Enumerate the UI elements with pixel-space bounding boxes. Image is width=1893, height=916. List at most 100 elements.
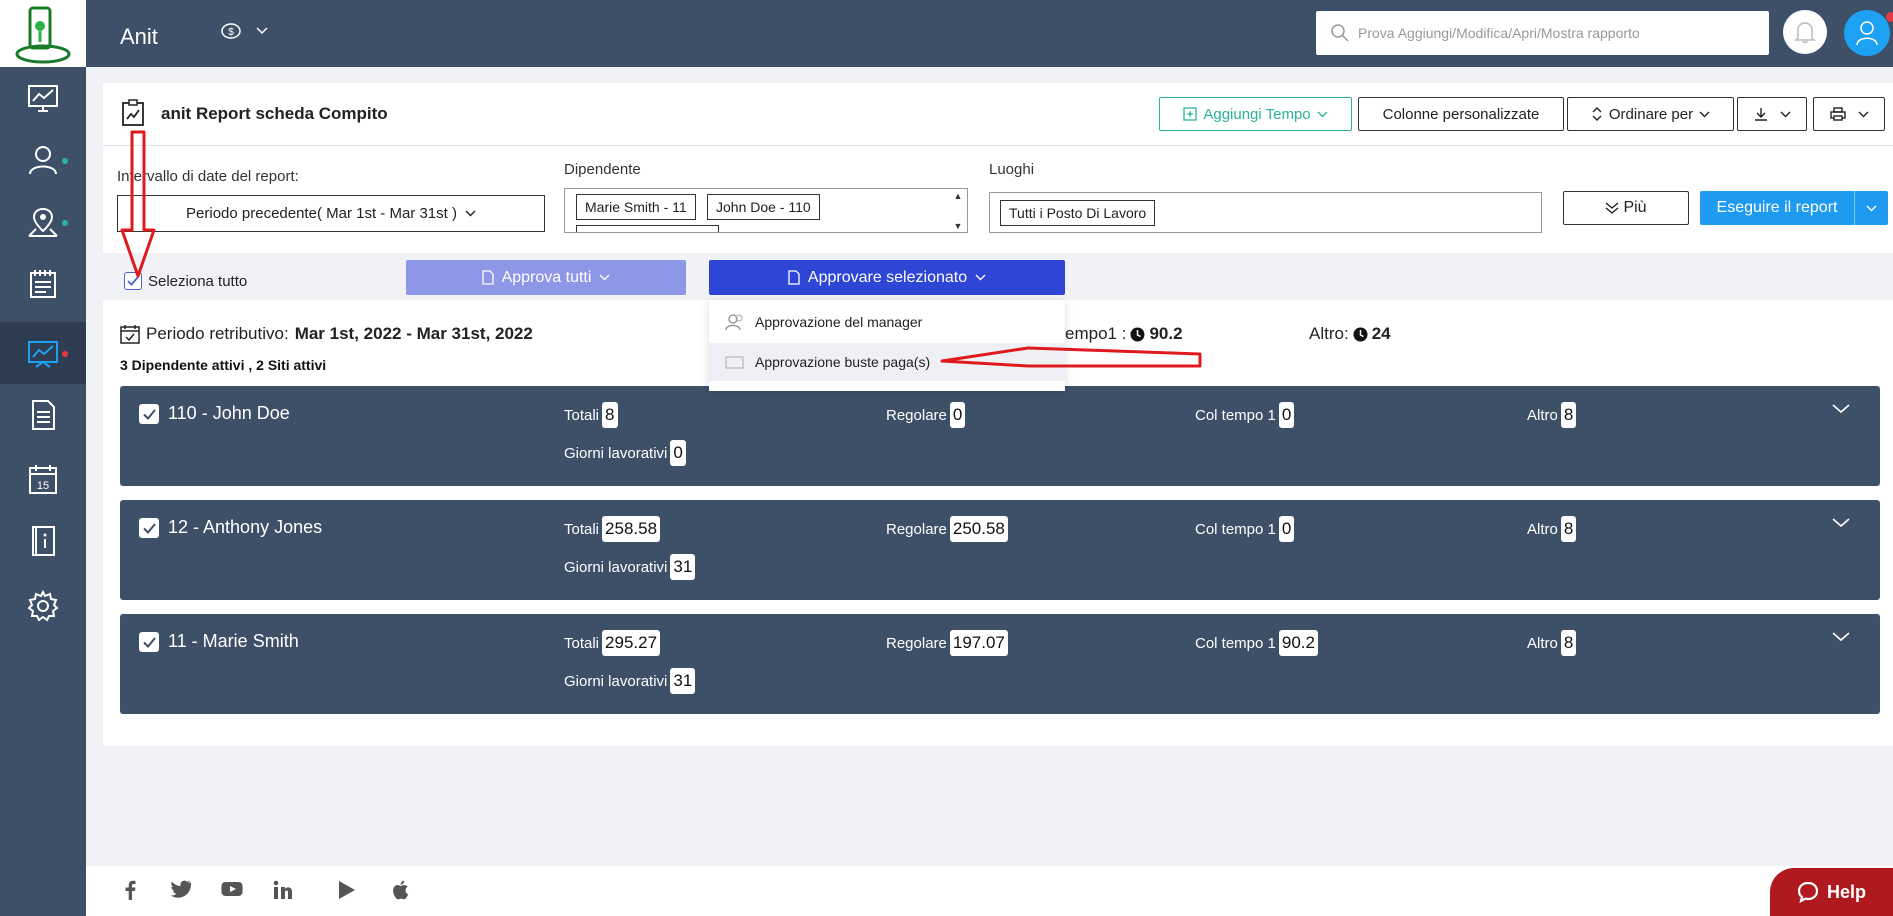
pay-period-value: Mar 1st, 2022 - Mar 31st, 2022 <box>294 324 533 343</box>
total-value: 8 <box>602 402 618 428</box>
employee-card[interactable]: 110 - John Doe Totali 8 Regolare 0 Col tem… <box>120 386 1880 486</box>
google-play-icon[interactable] <box>338 880 356 900</box>
sort-icon <box>1592 107 1602 121</box>
location-icon <box>28 207 58 237</box>
employee-multiselect[interactable]: Marie Smith - 11 John Doe - 110 ▲ ▼ <box>564 188 968 233</box>
print-icon <box>1829 107 1846 121</box>
more-button[interactable]: Più <box>1563 191 1689 225</box>
total-label: Totali <box>564 406 600 424</box>
facebook-icon[interactable] <box>124 880 136 900</box>
scrollbar[interactable]: ▲ ▼ <box>951 191 965 231</box>
expand-chevron-icon[interactable] <box>1832 404 1850 414</box>
status-dot <box>62 158 68 164</box>
divider <box>103 145 1893 146</box>
employee-tag[interactable]: John Doe - 110 <box>707 194 820 220</box>
regular-label: Regolare <box>886 520 947 538</box>
approve-all-label: Approva tutti <box>501 268 592 286</box>
report-panel: anit Report scheda Compito Aggiungi Temp… <box>103 83 1893 253</box>
overtime-stat: empo1 : 90.2 <box>1065 324 1183 344</box>
twitter-icon[interactable] <box>170 880 192 898</box>
search-bar[interactable] <box>1316 11 1769 55</box>
sidebar-item-locations[interactable] <box>0 191 86 253</box>
logo-icon <box>15 6 71 63</box>
topbar: Anit $ <box>86 0 1893 67</box>
notifications-button[interactable] <box>1783 10 1827 54</box>
approve-selected-menu: Approvazione del manager Approvazione bu… <box>709 300 1065 391</box>
other-value: 8 <box>1560 516 1577 542</box>
help-label: Help <box>1826 881 1866 902</box>
overtime-value: 90.2 <box>1278 630 1318 656</box>
user-avatar[interactable] <box>1844 10 1893 56</box>
expand-chevron-icon[interactable] <box>1832 632 1850 642</box>
apple-icon[interactable] <box>391 880 409 900</box>
expand-chevron-icon[interactable] <box>1832 518 1850 528</box>
pay-period: Periodo retributivo: Mar 1st, 2022 - Mar… <box>120 324 533 344</box>
sort-by-button[interactable]: Ordinare per <box>1567 97 1734 131</box>
overtime-field: Col tempo 10 <box>1195 516 1295 542</box>
search-input[interactable] <box>1358 25 1758 41</box>
currency-selector[interactable]: $ <box>220 22 268 40</box>
locations-label: Luoghi <box>989 161 1035 178</box>
youtube-icon[interactable] <box>221 880 243 898</box>
select-all-checkbox[interactable] <box>124 272 142 290</box>
chevron-down-icon <box>975 274 986 281</box>
employee-card[interactable]: 11 - Marie Smith Totali 295.27 Regolare 19… <box>120 614 1880 714</box>
total-field: Totali 258.58 <box>564 516 661 542</box>
linkedin-icon[interactable] <box>273 880 293 900</box>
approve-selected-button[interactable]: Approvare selezionato <box>709 260 1065 295</box>
other-value: 8 <box>1560 402 1577 428</box>
menu-item-payroll-approval[interactable]: Approvazione buste paga(s) <box>709 343 1065 381</box>
help-button[interactable]: Help <box>1770 868 1893 916</box>
sidebar-item-info[interactable] <box>0 510 86 572</box>
download-icon <box>1754 108 1767 121</box>
download-button[interactable] <box>1737 97 1807 131</box>
employee-name: 11 - Marie Smith <box>168 631 299 651</box>
document-icon <box>788 270 800 285</box>
sidebar-item-reports[interactable] <box>0 322 86 384</box>
employee-card[interactable]: 12 - Anthony Jones Totali 258.58 Regolare… <box>120 500 1880 600</box>
select-all[interactable]: Seleziona tutto <box>124 272 247 290</box>
sidebar-item-dashboard[interactable] <box>0 67 86 129</box>
employee-checkbox[interactable] <box>139 404 159 424</box>
footer <box>86 866 1893 916</box>
add-time-button[interactable]: Aggiungi Tempo <box>1159 97 1352 131</box>
regular-value: 197.07 <box>949 630 1008 656</box>
chevron-down-icon <box>1866 205 1877 211</box>
approve-all-button[interactable]: Approva tutti <box>406 260 686 295</box>
run-report-dropdown[interactable] <box>1855 205 1888 212</box>
check-icon <box>142 522 156 534</box>
employee-checkbox[interactable] <box>139 632 159 652</box>
employee-label: Dipendente <box>564 161 641 178</box>
sidebar-item-users[interactable] <box>0 129 86 191</box>
other-stat-label: Altro: <box>1309 324 1349 343</box>
date-range-select[interactable]: Periodo precedente( Mar 1st - Mar 31st ) <box>117 195 545 232</box>
employee-checkbox[interactable] <box>139 518 159 538</box>
total-field: Totali 8 <box>564 402 618 428</box>
other-stat-value: 24 <box>1371 324 1391 343</box>
custom-columns-button[interactable]: Colonne personalizzate <box>1358 97 1564 131</box>
regular-label: Regolare <box>886 406 947 424</box>
workdays-value: 31 <box>670 554 696 580</box>
print-button[interactable] <box>1813 97 1885 131</box>
regular-value: 0 <box>949 402 966 428</box>
employee-tag-overflow[interactable] <box>576 225 719 232</box>
menu-item-manager-approval[interactable]: Approvazione del manager <box>709 303 1065 341</box>
sidebar-item-documents[interactable] <box>0 384 86 446</box>
app-title: Anit <box>120 24 158 49</box>
workdays-value: 0 <box>670 440 686 466</box>
location-tag[interactable]: Tutti i Posto Di Lavoro <box>1000 200 1156 226</box>
locations-multiselect[interactable]: Tutti i Posto Di Lavoro <box>989 192 1542 233</box>
date-range-value: Periodo precedente( Mar 1st - Mar 31st ) <box>186 205 457 222</box>
dashboard-icon <box>28 85 58 112</box>
sidebar-item-settings[interactable] <box>0 575 86 637</box>
bell-icon <box>1794 22 1816 44</box>
regular-field: Regolare 0 <box>886 402 966 428</box>
sidebar-item-timesheet[interactable] <box>0 253 86 315</box>
payslip-icon <box>725 356 744 369</box>
sidebar-item-calendar[interactable]: 15 <box>0 448 86 510</box>
app-logo[interactable] <box>0 0 86 67</box>
employee-tag[interactable]: Marie Smith - 11 <box>576 194 696 220</box>
run-report-button[interactable]: Eseguire il report <box>1700 191 1888 225</box>
regular-field: Regolare 250.58 <box>886 516 1008 542</box>
menu-item-label: Approvazione buste paga(s) <box>755 354 931 370</box>
